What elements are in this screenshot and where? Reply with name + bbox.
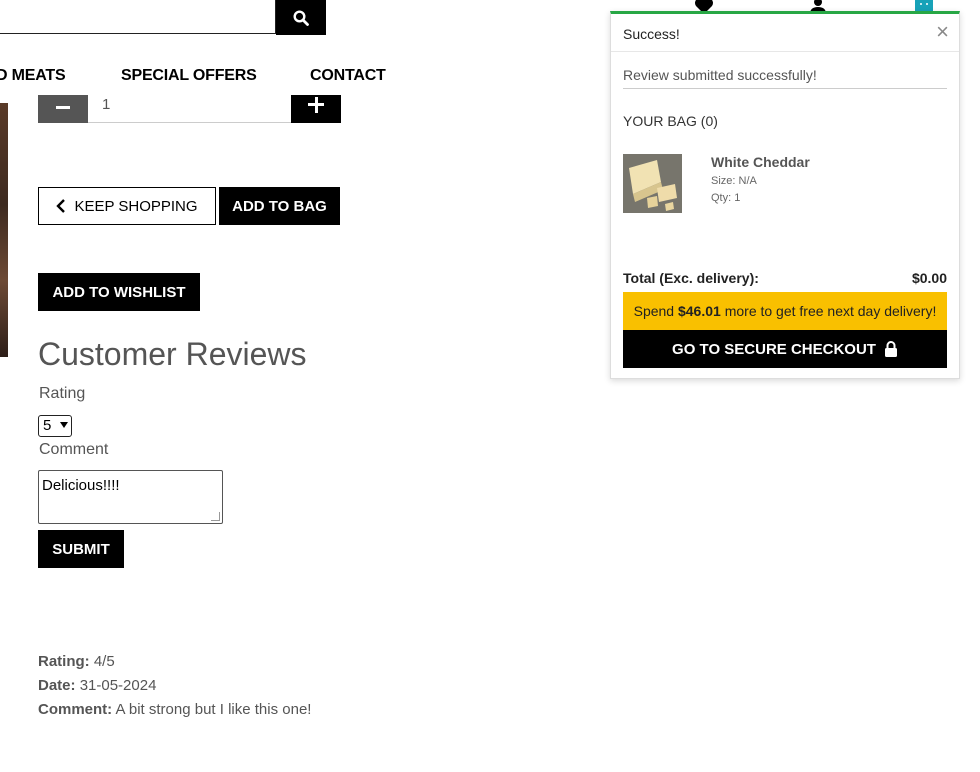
comment-text: Delicious!!!! [42,477,120,494]
nav-item-contact[interactable]: CONTACT [310,67,386,85]
nav-item-meats[interactable]: D MEATS [0,67,66,85]
divider [611,51,959,52]
review-comment-label: Comment: [38,701,113,718]
rating-label: Rating [39,385,86,402]
review-rating: Rating: 4/5 [38,653,115,670]
review-date: Date: 31-05-2024 [38,677,156,694]
secure-checkout-button[interactable]: GO TO SECURE CHECKOUT [623,330,947,368]
delivery-suffix: more to get free next day delivery! [720,303,937,319]
search-icon [293,9,309,26]
keep-shopping-label: KEEP SHOPPING [74,197,198,215]
chevron-left-icon [56,199,66,213]
resize-handle-icon[interactable] [211,512,220,521]
free-delivery-banner: Spend $46.01 more to get free next day d… [623,292,947,330]
bag-item-image [623,154,682,213]
minus-icon [56,106,70,109]
bag-item-name: White Cheddar [711,154,810,170]
search-button[interactable] [276,0,326,35]
submit-review-button[interactable]: SUBMIT [38,530,124,568]
review-date-label: Date: [38,677,76,694]
cheese-image [623,154,682,213]
success-toast: Success! × Review submitted successfully… [610,11,960,379]
toast-header: Success! [623,26,680,42]
chevron-down-icon [60,422,68,428]
toast-message: Review submitted successfully! [623,67,817,83]
keep-shopping-button[interactable]: KEEP SHOPPING [38,187,216,225]
add-to-wishlist-button[interactable]: ADD TO WISHLIST [38,273,200,311]
add-to-bag-button[interactable]: ADD TO BAG [219,187,340,225]
search-input[interactable] [0,0,276,34]
quantity-increment-button[interactable] [291,95,341,123]
nav-item-special-offers[interactable]: SPECIAL OFFERS [121,67,257,85]
review-rating-label: Rating: [38,653,90,670]
comment-textarea[interactable]: Delicious!!!! [38,470,223,524]
bag-total-label: Total (Exc. delivery): [623,270,759,286]
lock-icon [884,341,897,357]
rating-select[interactable]: 5 [38,415,72,437]
review-comment: Comment: A bit strong but I like this on… [38,701,311,718]
bag-item-qty: Qty: 1 [711,192,741,204]
quantity-input[interactable]: 1 [88,95,291,123]
bag-item-size: Size: N/A [711,175,757,187]
product-image [0,103,8,357]
rating-select-value: 5 [43,417,52,434]
bag-total-value: $0.00 [911,270,947,286]
checkout-label: GO TO SECURE CHECKOUT [672,340,876,358]
close-icon[interactable]: × [936,20,949,44]
divider [623,88,947,89]
review-date-value: 31-05-2024 [79,677,157,694]
delivery-amount: $46.01 [677,303,721,319]
bag-title: YOUR BAG (0) [623,113,718,129]
comment-label: Comment [39,441,109,458]
review-rating-value: 4/5 [93,653,115,670]
reviews-heading: Customer Reviews [38,336,307,372]
quantity-decrement-button[interactable] [38,95,88,123]
review-comment-value: A bit strong but I like this one! [115,701,312,718]
delivery-prefix: Spend [633,303,678,319]
